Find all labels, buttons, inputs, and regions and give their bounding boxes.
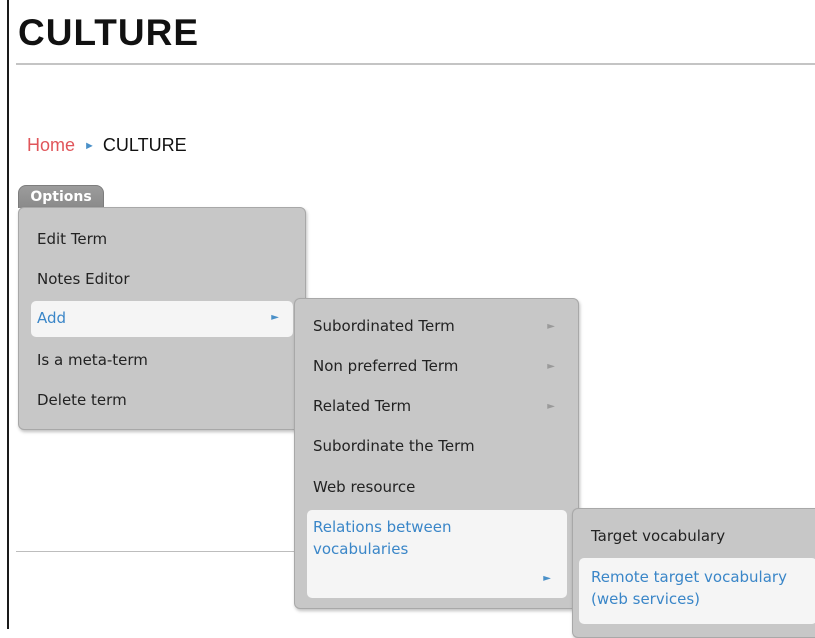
submenu-arrow-icon: ► [547,361,555,372]
breadcrumb-home-link[interactable]: Home [27,135,75,156]
relations-submenu: Target vocabulary Remote target vocabula… [572,508,815,638]
menu-item-related-term[interactable]: Related Term ► [313,397,563,415]
menu-item-non-preferred-term[interactable]: Non preferred Term ► [313,357,563,375]
submenu-arrow-icon: ► [271,312,279,323]
options-label: Options [30,189,92,205]
add-submenu: Subordinated Term ► Non preferred Term ►… [294,298,579,609]
options-menu: Edit Term Notes Editor Add ► Is a meta-t… [18,207,306,430]
breadcrumb-arrow-icon: ► [84,139,95,152]
menu-item-remote-target-vocabulary[interactable]: Remote target vocabulary (web services) [579,558,815,624]
menu-item-edit-term[interactable]: Edit Term [37,230,107,248]
menu-item-subordinated-term[interactable]: Subordinated Term ► [313,317,563,335]
menu-item-delete-term[interactable]: Delete term [37,391,127,409]
menu-item-relations-between-vocabularies[interactable]: Relations between vocabularies ► [307,510,567,598]
submenu-arrow-icon: ► [547,401,555,412]
menu-item-remote-target-label: Remote target vocabulary (web services) [591,568,787,608]
menu-item-relations-label: Relations between vocabularies [313,518,452,558]
breadcrumb-current: CULTURE [102,135,187,155]
submenu-arrow-icon: ► [543,573,551,584]
content-divider [16,551,316,552]
menu-item-subordinate-the-term[interactable]: Subordinate the Term [313,437,475,455]
options-menu-button[interactable]: Options [18,185,104,208]
menu-item-web-resource[interactable]: Web resource [313,478,415,496]
submenu-arrow-icon: ► [547,321,555,332]
menu-item-meta-term[interactable]: Is a meta-term [37,351,148,369]
breadcrumb: Home ► CULTURE [27,135,187,156]
page-title: CULTURE [18,12,200,53]
menu-item-add-label: Add [37,309,67,327]
menu-item-notes-editor[interactable]: Notes Editor [37,270,129,288]
window-left-border [7,0,9,629]
title-divider [16,63,815,65]
menu-item-target-vocabulary[interactable]: Target vocabulary [591,527,725,545]
menu-item-add[interactable]: Add ► [31,301,293,337]
